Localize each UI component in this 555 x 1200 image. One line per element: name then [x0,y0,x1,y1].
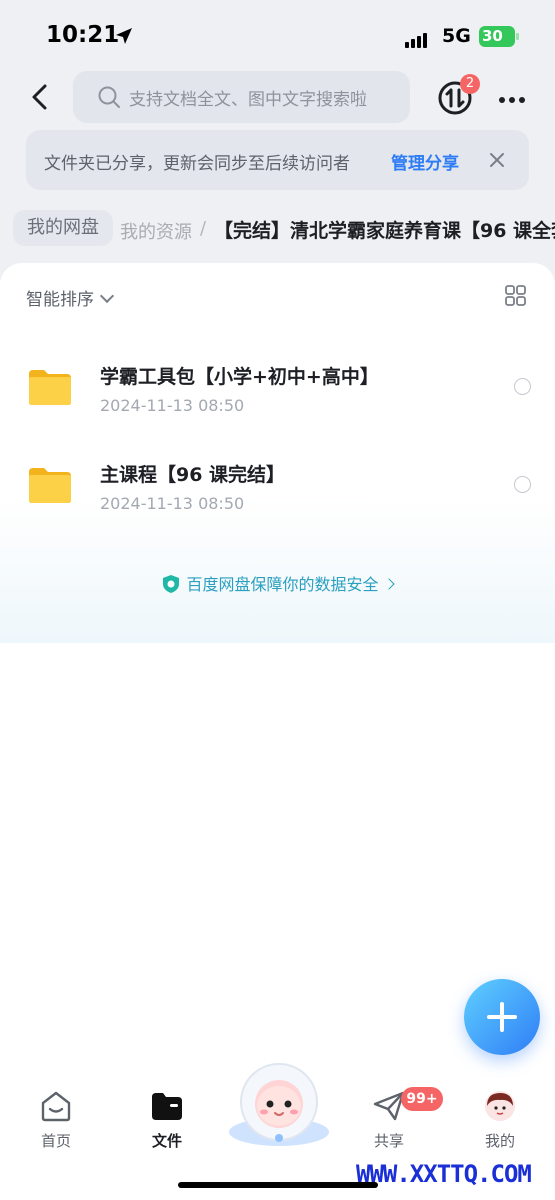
chevron-down-icon [99,288,115,304]
transfer-badge: 2 [460,74,480,94]
share-badge: 99+ [401,1087,443,1111]
search-icon [98,86,120,108]
grid-view-icon[interactable] [505,285,526,306]
tab-label: 首页 [40,1132,71,1150]
chevron-right-icon [382,578,395,590]
security-note-link[interactable]: 百度网盘保障你的数据安全 [0,571,555,595]
folder-tab-icon [152,1093,182,1120]
list-item[interactable]: 学霸工具包【小学+初中+高中】 2024-11-13 08:50 [0,350,555,430]
tab-label: 我的 [484,1132,515,1150]
watermark: WWW.XXTTQ.COM [356,1160,532,1188]
folder-icon [29,370,71,405]
location-arrow-icon [116,28,132,44]
file-name: 主课程【96 课完结】 [100,464,286,486]
file-date: 2024-11-13 08:50 [100,396,245,415]
plus-icon [487,1002,517,1032]
share-notice-banner: 文件夹已分享，更新会同步至后续访问者 管理分享 [26,130,529,190]
list-item[interactable]: 主课程【96 课完结】 2024-11-13 08:50 [0,448,555,528]
cellular-signal-icon [405,29,429,48]
select-radio[interactable] [514,378,531,395]
close-icon[interactable] [487,150,507,170]
tab-profile[interactable]: 我的 [460,1090,540,1151]
back-button[interactable] [24,80,58,114]
tab-home[interactable]: 首页 [16,1090,96,1151]
shield-icon [163,575,180,593]
file-list-panel: 智能排序 学霸工具包【小学+初中+高中】 2024-11-13 08:50 主课… [0,263,555,643]
select-radio[interactable] [514,476,531,493]
search-placeholder: 支持文档全文、图中文字搜索啦 [129,90,367,110]
status-bar: 10:21 5G 30 [0,0,555,70]
security-note-text: 百度网盘保障你的数据安全 [186,575,379,594]
file-name: 学霸工具包【小学+初中+高中】 [100,366,379,388]
file-date: 2024-11-13 08:50 [100,494,245,513]
home-icon [41,1091,71,1122]
tab-files[interactable]: 文件 [127,1090,207,1151]
network-type: 5G [442,25,471,47]
mascot-astronaut-icon[interactable] [226,1060,332,1148]
breadcrumb-separator: / [200,218,207,239]
sort-label: 智能排序 [26,290,94,310]
home-indicator [178,1182,378,1188]
breadcrumb-current: 【完结】清北学霸家庭养育课【96 课全套】 [214,220,555,242]
add-button[interactable] [464,979,540,1055]
breadcrumb-middle[interactable]: 我的资源 [120,218,192,244]
share-notice-text: 文件夹已分享，更新会同步至后续访问者 [44,154,350,174]
status-time: 10:21 [46,22,120,48]
tab-label: 共享 [373,1132,404,1150]
sort-button[interactable]: 智能排序 [26,285,115,310]
tab-label: 文件 [151,1132,182,1150]
folder-icon [29,468,71,503]
battery-icon: 30 [479,26,519,47]
manage-share-link[interactable]: 管理分享 [391,149,459,174]
breadcrumb-root[interactable]: 我的网盘 [13,210,113,246]
more-options-button[interactable] [499,88,531,106]
breadcrumb: 我的网盘 我的资源 / 【完结】清北学霸家庭养育课【96 课全套】 [0,208,555,248]
search-input[interactable]: 支持文档全文、图中文字搜索啦 [73,71,410,123]
avatar [485,1091,515,1121]
